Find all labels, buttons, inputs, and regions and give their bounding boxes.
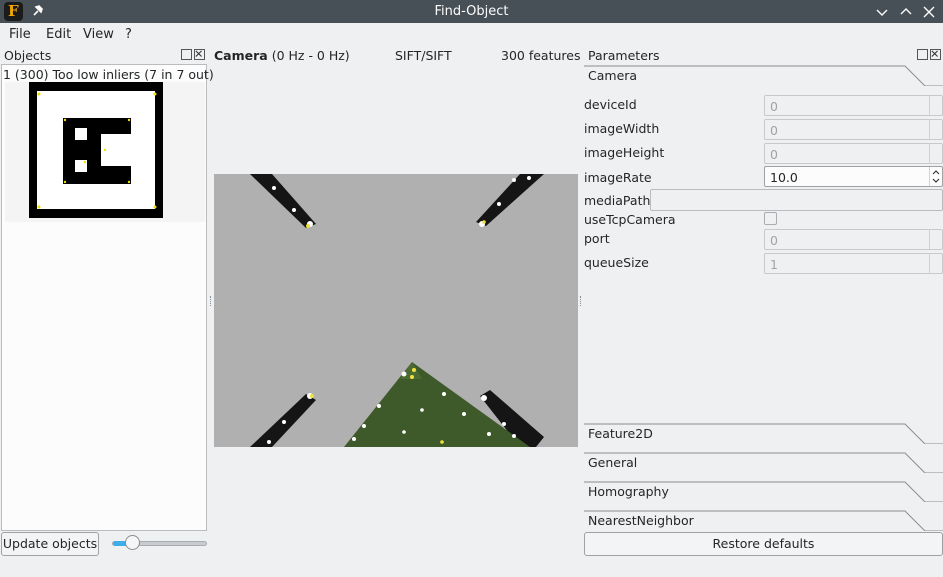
port-spinbox[interactable]: 0 (764, 229, 943, 250)
imagewidth-spinbox[interactable]: 0 (764, 119, 943, 140)
tab-camera[interactable]: Camera (584, 65, 943, 86)
param-label-mediapath: mediaPath (584, 193, 651, 208)
window-title: Find-Object (434, 4, 509, 19)
mediapath-input[interactable] (650, 189, 943, 211)
objects-dock-title: Objects (4, 48, 52, 63)
camera-view (214, 174, 578, 447)
float-icon[interactable] (917, 49, 928, 60)
param-label-queuesize: queueSize (584, 255, 649, 270)
object-label: 1 (300) Too low inliers (7 in 7 out) (3, 67, 214, 82)
close-dock-icon[interactable] (194, 49, 205, 60)
deviceid-spinbox[interactable]: 0 (764, 95, 943, 116)
param-label-imageheight: imageHeight (584, 145, 665, 160)
tab-nearestneighbor[interactable]: NearestNeighbor (584, 510, 943, 531)
objects-panel: 1 (300) Too low inliers (7 in 7 out) (1, 64, 214, 531)
tab-feature2d[interactable]: Feature2D (584, 423, 943, 444)
menu-edit[interactable]: Edit (46, 27, 71, 42)
tab-general[interactable]: General (584, 452, 943, 473)
param-label-deviceid: deviceId (584, 97, 637, 112)
splitter-handle-right[interactable] (580, 296, 582, 306)
splitter-handle-left[interactable] (210, 296, 212, 306)
param-label-imagerate: imageRate (584, 170, 652, 185)
maximize-icon[interactable] (898, 4, 914, 20)
camera-header: Camera (0 Hz - 0 Hz) (214, 48, 350, 63)
update-objects-button[interactable]: Update objects (1, 532, 99, 556)
title-bar: F Find-Object (0, 0, 943, 23)
param-label-usetcpcamera: useTcpCamera (584, 212, 676, 227)
camera-title: Camera (214, 48, 268, 63)
param-label-port: port (584, 231, 610, 246)
tab-camera-label: Camera (588, 68, 638, 83)
usetcpcamera-checkbox[interactable] (764, 212, 777, 225)
detector-label: SIFT/SIFT (395, 48, 452, 63)
features-count: 300 features (501, 48, 581, 63)
menu-help[interactable]: ? (125, 27, 132, 42)
restore-defaults-button[interactable]: Restore defaults (584, 532, 943, 556)
parameters-dock-buttons (917, 49, 941, 60)
menu-bar: File Edit View ? (0, 23, 943, 45)
queuesize-spinbox[interactable]: 1 (764, 253, 943, 274)
menu-file[interactable]: File (9, 27, 31, 42)
float-icon[interactable] (181, 49, 192, 60)
param-label-imagewidth: imageWidth (584, 121, 660, 136)
slider-handle[interactable] (125, 535, 140, 550)
object-thumbnail[interactable] (5, 82, 205, 222)
camera-rate: (0 Hz - 0 Hz) (271, 48, 350, 63)
close-icon[interactable] (921, 4, 937, 20)
imagerate-spinbox[interactable]: 10.0 (764, 166, 943, 187)
close-dock-icon[interactable] (930, 49, 941, 60)
parameters-dock-title: Parameters (588, 48, 660, 63)
objects-dock-buttons (181, 49, 205, 60)
menu-view[interactable]: View (83, 27, 114, 42)
imageheight-spinbox[interactable]: 0 (764, 143, 943, 164)
tab-homography[interactable]: Homography (584, 481, 943, 502)
minimize-icon[interactable] (874, 4, 890, 20)
